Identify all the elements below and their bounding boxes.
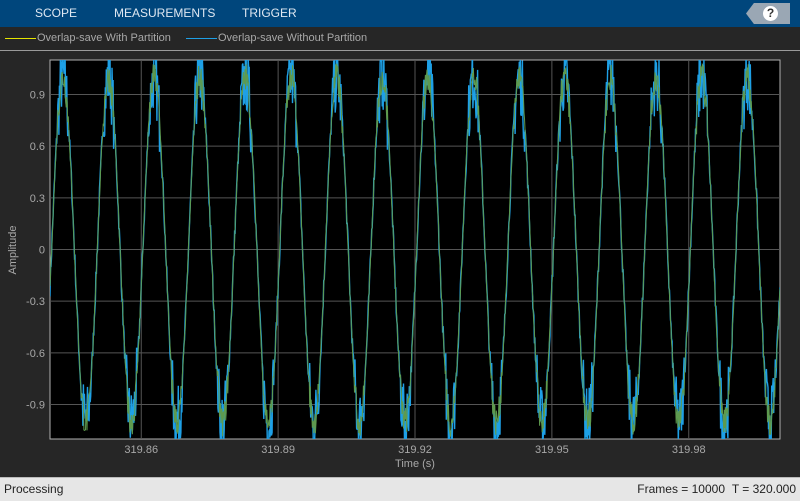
status-bar: Processing Frames = 10000 T = 320.000 bbox=[0, 477, 800, 501]
y-tick-label: 0.6 bbox=[30, 141, 45, 153]
y-tick-label: -0.9 bbox=[26, 400, 45, 412]
time-readout: T = 320.000 bbox=[731, 482, 796, 496]
x-axis-label: Time (s) bbox=[395, 458, 435, 470]
scope-plot[interactable]: 319.86 319.89 319.92 319.95 319.98 0.9 0.6 0.3 0… bbox=[0, 0, 800, 477]
x-tick-label: 319.95 bbox=[535, 444, 569, 456]
x-tick-label: 319.92 bbox=[398, 444, 432, 456]
y-axis-label: Amplitude bbox=[7, 226, 19, 275]
y-tick-label: -0.6 bbox=[26, 348, 45, 360]
x-tick-label: 319.89 bbox=[261, 444, 295, 456]
x-tick-label: 319.86 bbox=[124, 444, 158, 456]
y-tick-label: 0.3 bbox=[30, 193, 45, 205]
x-tick-label: 319.98 bbox=[672, 444, 706, 456]
y-tick-label: 0.9 bbox=[30, 89, 45, 101]
status-text: Processing bbox=[4, 482, 64, 496]
y-tick-label: -0.3 bbox=[26, 296, 45, 308]
y-tick-label: 0 bbox=[39, 245, 45, 257]
frames-readout: Frames = 10000 bbox=[637, 482, 725, 496]
